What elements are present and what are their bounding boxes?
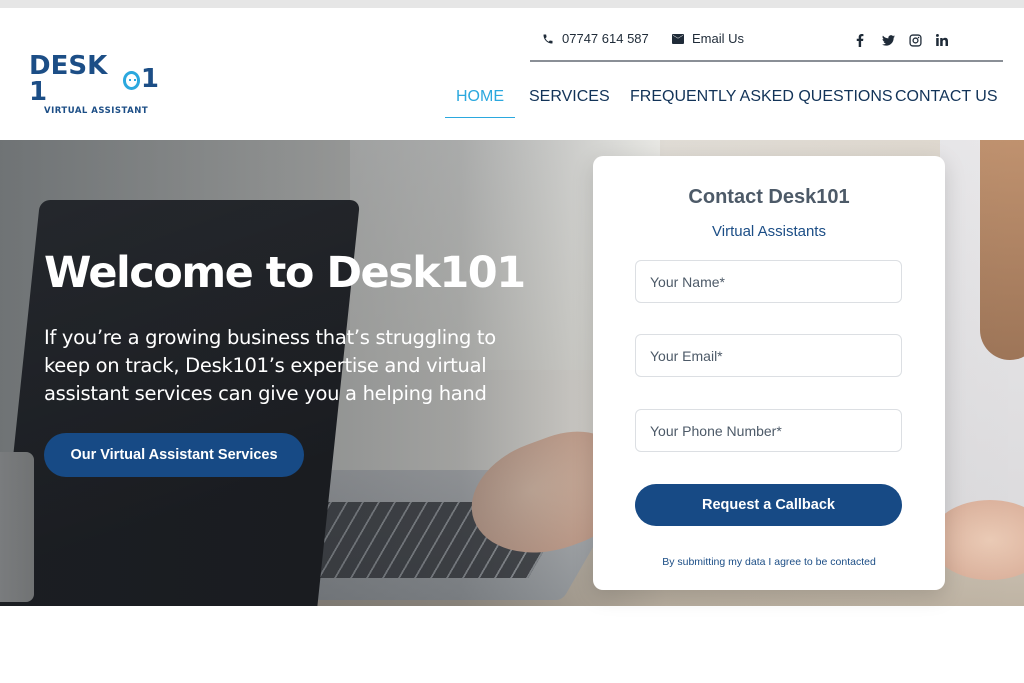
email-label: Email Us: [692, 31, 745, 46]
logo-wordmark: DESK 1 1: [29, 53, 159, 105]
phone-number: 07747 614 587: [562, 31, 649, 46]
form-title: Contact Desk101: [688, 186, 850, 208]
chat-bubble-icon: [122, 70, 140, 90]
email-field[interactable]: [635, 334, 902, 377]
instagram-icon[interactable]: [907, 32, 923, 48]
contact-bar: 07747 614 587 Email Us: [530, 28, 1003, 62]
envelope-icon: [672, 33, 684, 44]
nav-faq[interactable]: FREQUENTLY ASKED QUESTIONS: [630, 86, 893, 118]
logo[interactable]: DESK 1 1 VIRTUAL ASSISTANT: [29, 53, 159, 116]
logo-word-end: 1: [140, 64, 159, 94]
logo-subtitle: VIRTUAL ASSISTANT: [44, 106, 149, 116]
phone-field[interactable]: [635, 409, 902, 452]
hero-title: Welcome to Desk101: [44, 248, 526, 298]
logo-word: DESK 1: [29, 51, 108, 107]
nav-services[interactable]: SERVICES: [529, 86, 610, 118]
hero-description: If you’re a growing business that’s stru…: [44, 326, 496, 405]
facebook-icon[interactable]: [852, 32, 868, 48]
services-button[interactable]: Our Virtual Assistant Services: [44, 433, 304, 477]
form-subtitle: Virtual Assistants: [712, 223, 826, 240]
consent-text: By submitting my data I agree to be cont…: [662, 556, 876, 568]
phone-icon: [543, 34, 553, 43]
email-link[interactable]: Email Us: [672, 31, 744, 46]
name-field[interactable]: [635, 260, 902, 303]
top-strip: [0, 0, 1024, 8]
phone-link[interactable]: 07747 614 587: [542, 31, 649, 46]
nav-home[interactable]: HOME: [445, 86, 515, 118]
linkedin-icon[interactable]: [934, 32, 950, 48]
site-header: DESK 1 1 VIRTUAL ASSISTANT 07747 614 587 …: [0, 8, 1024, 140]
nav-contact[interactable]: CONTACT US: [895, 86, 998, 118]
contact-form: Contact Desk101 Virtual Assistants Reque…: [593, 156, 945, 590]
twitter-icon[interactable]: [880, 32, 896, 48]
request-callback-button[interactable]: Request a Callback: [635, 484, 902, 526]
